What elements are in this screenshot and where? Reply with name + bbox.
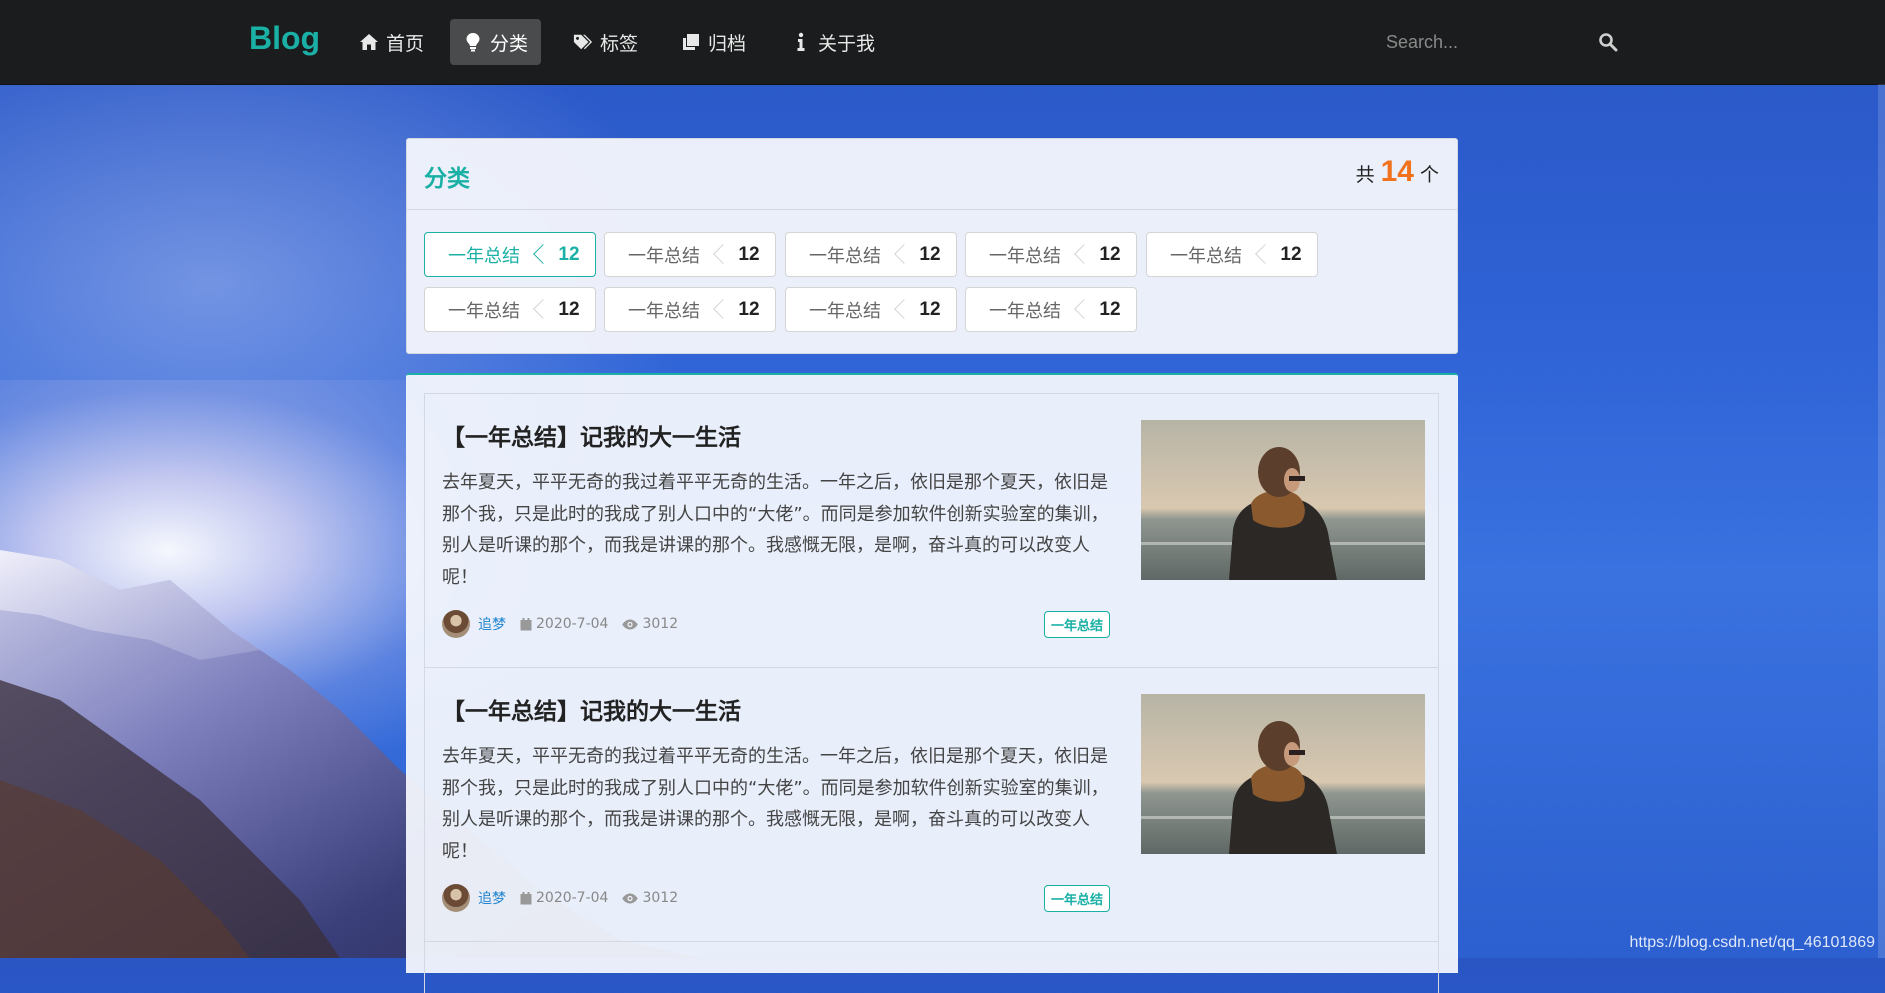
post-meta: 追梦 2020-7-04 3012 一年总结 <box>442 883 1110 913</box>
nav-item-label: 关于我 <box>818 32 876 55</box>
post-list: 【一年总结】记我的大一生活 去年夏天，平平无奇的我过着平平无奇的生活。一年之后，… <box>424 393 1439 993</box>
category-label-name: 一年总结 <box>786 288 904 331</box>
post-views: 3012 <box>622 890 678 906</box>
category-title: 分类 <box>424 166 470 192</box>
post-tag[interactable]: 一年总结 <box>1043 885 1110 912</box>
post-author[interactable]: 追梦 <box>478 888 506 908</box>
nav-item-categories[interactable]: 分类 <box>450 19 542 65</box>
post-meta: 追梦 2020-7-04 3012 一年总结 <box>442 609 1110 639</box>
category-label-name: 一年总结 <box>1147 233 1265 276</box>
clone-icon <box>681 32 701 52</box>
category-label-name: 一年总结 <box>605 288 723 331</box>
lightbulb-icon <box>463 32 483 52</box>
post-thumbnail[interactable] <box>1141 420 1425 580</box>
tags-icon <box>573 32 593 52</box>
category-label-name: 一年总结 <box>966 288 1084 331</box>
post-views: 3012 <box>622 616 678 632</box>
eye-icon <box>622 619 639 629</box>
search-box <box>1376 22 1636 62</box>
avatar[interactable] <box>442 610 470 638</box>
category-label[interactable]: 一年总结 12 <box>1146 232 1318 277</box>
search-icon[interactable] <box>1598 32 1618 52</box>
category-label[interactable]: 一年总结 12 <box>785 232 957 277</box>
category-label[interactable]: 一年总结 12 <box>424 232 596 277</box>
post-list-card: 【一年总结】记我的大一生活 去年夏天，平平无奇的我过着平平无奇的生活。一年之后，… <box>406 373 1458 993</box>
category-label-name: 一年总结 <box>425 233 543 276</box>
nav-item-label: 标签 <box>600 32 639 55</box>
top-navbar: Blog 首页 分类 标签 归档 关于我 <box>0 0 1885 85</box>
category-label[interactable]: 一年总结 12 <box>965 232 1137 277</box>
nav-item-home[interactable]: 首页 <box>346 19 437 65</box>
nav-item-archive[interactable]: 归档 <box>668 19 759 65</box>
post-tag[interactable]: 一年总结 <box>1043 611 1110 638</box>
category-header: 分类 共 14 个 <box>407 139 1457 210</box>
calendar-icon <box>520 617 532 630</box>
brand-logo[interactable]: Blog <box>249 20 320 57</box>
nav-item-label: 首页 <box>386 32 425 55</box>
info-icon <box>791 32 811 52</box>
category-label[interactable]: 一年总结 12 <box>785 287 957 332</box>
eye-icon <box>622 893 639 903</box>
search-input[interactable] <box>1376 23 1588 61</box>
category-total: 共 14 个 <box>1356 155 1439 189</box>
watermark-url: https://blog.csdn.net/qq_46101869 <box>1629 934 1875 951</box>
category-label[interactable]: 一年总结 12 <box>965 287 1137 332</box>
nav-item-tags[interactable]: 标签 <box>560 19 651 65</box>
category-label[interactable]: 一年总结 12 <box>604 232 776 277</box>
category-label[interactable]: 一年总结 12 <box>424 287 596 332</box>
nav-item-label: 分类 <box>490 32 529 55</box>
category-total-suffix: 个 <box>1419 164 1439 186</box>
post-date-text: 2020-7-04 <box>536 890 609 906</box>
calendar-icon <box>520 891 532 904</box>
nav-item-about[interactable]: 关于我 <box>778 19 888 65</box>
category-label-name: 一年总结 <box>605 233 723 276</box>
nav-item-label: 归档 <box>708 32 747 55</box>
post-excerpt: 去年夏天，平平无奇的我过着平平无奇的生活。一年之后，依旧是那个夏天，依旧是那个我… <box>442 472 1109 588</box>
post-excerpt: 去年夏天，平平无奇的我过着平平无奇的生活。一年之后，依旧是那个夏天，依旧是那个我… <box>442 746 1109 862</box>
post-date: 2020-7-04 <box>520 890 608 906</box>
post-date-text: 2020-7-04 <box>536 616 609 632</box>
post-views-count: 3012 <box>642 616 679 632</box>
post-title[interactable]: 【一年总结】记我的大一生活 <box>442 418 741 452</box>
page-scrollbar[interactable] <box>1878 84 1885 958</box>
category-card: 分类 共 14 个 一年总结 12 一年总结 12 一年总结 12 一年总结 1… <box>406 138 1458 354</box>
post-author[interactable]: 追梦 <box>478 614 506 634</box>
category-label-name: 一年总结 <box>425 288 543 331</box>
home-icon <box>359 32 379 52</box>
category-label-name: 一年总结 <box>966 233 1084 276</box>
post-title[interactable]: 【一年总结】记我的大一生活 <box>442 692 741 726</box>
category-label[interactable]: 一年总结 12 <box>604 287 776 332</box>
post-item: 【一年总结】记我的大一生活 去年夏天，平平无奇的我过着平平无奇的生活。一年之后，… <box>425 394 1438 668</box>
avatar[interactable] <box>442 884 470 912</box>
category-total-count: 14 <box>1380 155 1414 188</box>
post-thumbnail[interactable] <box>1141 694 1425 854</box>
post-views-count: 3012 <box>642 890 679 906</box>
category-total-prefix: 共 <box>1355 164 1375 186</box>
category-label-name: 一年总结 <box>786 233 904 276</box>
post-item: 【一年总结】记我的大一生活 去年夏天，平平无奇的我过着平平无奇的生活。一年之后，… <box>425 668 1438 942</box>
post-date: 2020-7-04 <box>520 616 608 632</box>
